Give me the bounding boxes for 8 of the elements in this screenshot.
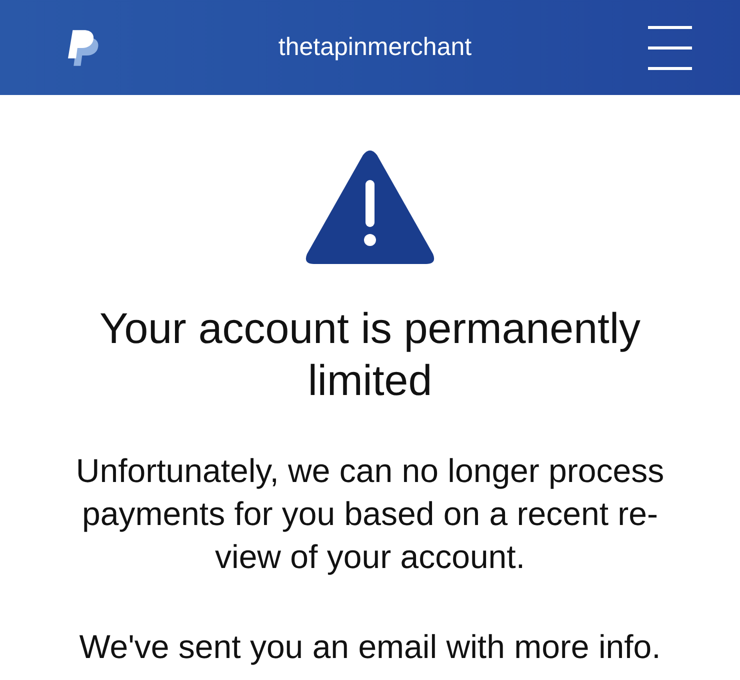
- menu-button[interactable]: [648, 26, 692, 70]
- logo-icon: [68, 30, 100, 66]
- alert-heading: Your account is permanently limited: [98, 304, 642, 407]
- account-name: thetapinmerchant: [278, 33, 473, 62]
- menu-icon: [648, 26, 692, 70]
- alert-message: We've sent you an email with more info.: [78, 627, 662, 667]
- alert-message: Unfortunately, we can no longer process payments for you based on a recent re-view of your account.: [74, 451, 666, 577]
- warning-icon: [305, 150, 435, 265]
